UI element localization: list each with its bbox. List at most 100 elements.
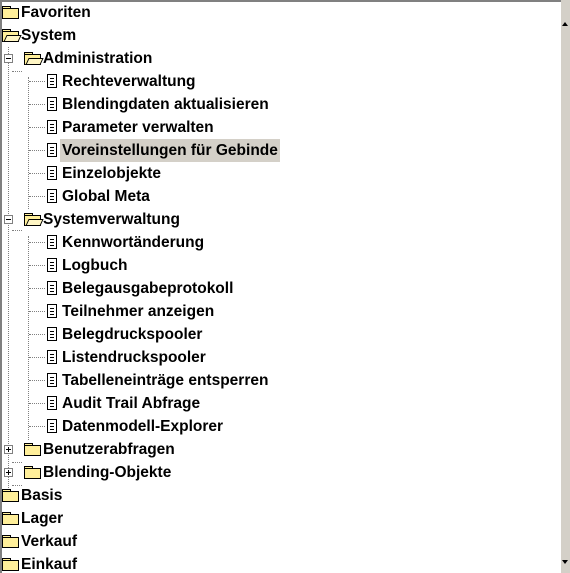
tree-view[interactable]: Favoriten System Administration Rechteverwa… — [0, 0, 561, 573]
tree-item-label: Tabelleneinträge entsperren — [62, 372, 269, 389]
document-icon — [47, 166, 57, 180]
document-icon — [47, 143, 57, 157]
folder-icon — [2, 6, 19, 19]
tree-item-label: Voreinstellungen für Gebinde — [60, 139, 280, 162]
folder-icon — [2, 535, 19, 548]
tree-connector — [29, 265, 45, 266]
tree-leaf-sv-2[interactable]: Belegausgabeprotokoll — [2, 277, 561, 300]
tree-leaf-5[interactable]: Global Meta — [2, 185, 561, 208]
folder-icon — [24, 443, 41, 456]
tree-item-label: Kennwortänderung — [62, 234, 205, 251]
tree-leaf-2[interactable]: Parameter verwalten — [2, 116, 561, 139]
folder-icon — [2, 558, 19, 571]
tree-item-label: Belegausgabeprotokoll — [62, 280, 234, 297]
document-icon — [47, 327, 57, 341]
tree-node-blending-objekte[interactable]: Blending-Objekte — [2, 461, 561, 484]
document-icon — [47, 350, 57, 364]
document-icon — [47, 304, 57, 318]
tree-connector — [29, 150, 45, 151]
expand-icon[interactable] — [4, 468, 13, 477]
tree-item-label: Favoriten — [21, 4, 91, 21]
tree-connector — [29, 403, 45, 404]
document-icon — [47, 419, 57, 433]
collapse-icon[interactable] — [4, 54, 13, 63]
tree-connector — [29, 81, 45, 82]
document-icon — [47, 189, 57, 203]
tree-node-einkauf[interactable]: Einkauf — [2, 553, 561, 573]
document-icon — [47, 396, 57, 410]
tree-node-systemverwaltung[interactable]: Systemverwaltung — [2, 208, 561, 231]
tree-leaf-sv-3[interactable]: Teilnehmer anzeigen — [2, 300, 561, 323]
scroll-down-button[interactable] — [561, 556, 570, 569]
tree-leaf-sv-7[interactable]: Audit Trail Abfrage — [2, 392, 561, 415]
tree-item-label: Belegdruckspooler — [62, 326, 203, 343]
tree-window: Favoriten System Administration Rechteverwa… — [0, 0, 570, 573]
tree-leaf-sv-0[interactable]: Kennwortänderung — [2, 231, 561, 254]
tree-item-label: Teilnehmer anzeigen — [62, 303, 215, 320]
collapse-icon[interactable] — [4, 215, 13, 224]
tree-node-benutzerabfragen[interactable]: Benutzerabfragen — [2, 438, 561, 461]
tree-node-basis[interactable]: Basis — [2, 484, 561, 507]
tree-leaf-sv-5[interactable]: Listendruckspooler — [2, 346, 561, 369]
tree-item-label: Basis — [21, 487, 63, 504]
tree-item-label: System — [21, 27, 77, 44]
tree-item-label: Blending-Objekte — [43, 464, 172, 481]
tree-connector — [29, 311, 45, 312]
document-icon — [47, 97, 57, 111]
tree-item-label: Audit Trail Abfrage — [62, 395, 201, 412]
arrow-up-icon — [562, 22, 568, 26]
open-folder-icon — [24, 213, 44, 226]
tree-node-administration[interactable]: Administration — [2, 47, 561, 70]
folder-icon — [2, 512, 19, 525]
tree-connector — [29, 242, 45, 243]
tree-node-favoriten[interactable]: Favoriten — [2, 2, 561, 24]
tree-item-label: Benutzerabfragen — [43, 441, 175, 458]
document-icon — [47, 120, 57, 134]
tree-connector — [29, 380, 45, 381]
vertical-scrollbar[interactable] — [561, 0, 570, 573]
expand-icon[interactable] — [4, 445, 13, 454]
tree-node-system[interactable]: System — [2, 24, 561, 47]
tree-connector — [29, 127, 45, 128]
tree-item-label: Einzelobjekte — [62, 165, 162, 182]
document-icon — [47, 235, 57, 249]
tree-item-label: Global Meta — [62, 188, 150, 205]
scroll-up-button[interactable] — [561, 18, 570, 31]
arrow-down-icon — [562, 560, 568, 564]
tree-item-label: Systemverwaltung — [43, 211, 180, 228]
tree-item-label: Datenmodell-Explorer — [62, 418, 224, 435]
tree-leaf-sv-4[interactable]: Belegdruckspooler — [2, 323, 561, 346]
tree-connector — [29, 196, 45, 197]
open-folder-icon — [2, 29, 22, 42]
tree-item-label: Lager — [21, 510, 64, 527]
tree-leaf-sv-1[interactable]: Logbuch — [2, 254, 561, 277]
tree-item-label: Parameter verwalten — [62, 119, 214, 136]
tree-item-label: Rechteverwaltung — [62, 73, 196, 90]
tree-leaf-4[interactable]: Einzelobjekte — [2, 162, 561, 185]
tree-connector — [29, 357, 45, 358]
tree-leaf-3[interactable]: Voreinstellungen für Gebinde — [2, 139, 561, 162]
tree-item-label: Verkauf — [21, 533, 78, 550]
tree-leaf-sv-8[interactable]: Datenmodell-Explorer — [2, 415, 561, 438]
tree-leaf-sv-6[interactable]: Tabelleneinträge entsperren — [2, 369, 561, 392]
tree-connector — [29, 288, 45, 289]
open-folder-icon — [24, 52, 44, 65]
document-icon — [47, 373, 57, 387]
tree-connector — [29, 104, 45, 105]
tree-leaf-0[interactable]: Rechteverwaltung — [2, 70, 561, 93]
tree-connector — [29, 334, 45, 335]
tree-item-label: Einkauf — [21, 556, 77, 573]
tree-item-label: Listendruckspooler — [62, 349, 206, 366]
tree-item-label: Blendingdaten aktualisieren — [62, 96, 269, 113]
tree-node-verkauf[interactable]: Verkauf — [2, 530, 561, 553]
document-icon — [47, 74, 57, 88]
tree-connector — [29, 426, 45, 427]
tree-connector — [29, 173, 45, 174]
tree-item-label: Logbuch — [62, 257, 128, 274]
tree-leaf-1[interactable]: Blendingdaten aktualisieren — [2, 93, 561, 116]
folder-icon — [24, 466, 41, 479]
folder-icon — [2, 489, 19, 502]
document-icon — [47, 281, 57, 295]
document-icon — [47, 258, 57, 272]
tree-node-lager[interactable]: Lager — [2, 507, 561, 530]
